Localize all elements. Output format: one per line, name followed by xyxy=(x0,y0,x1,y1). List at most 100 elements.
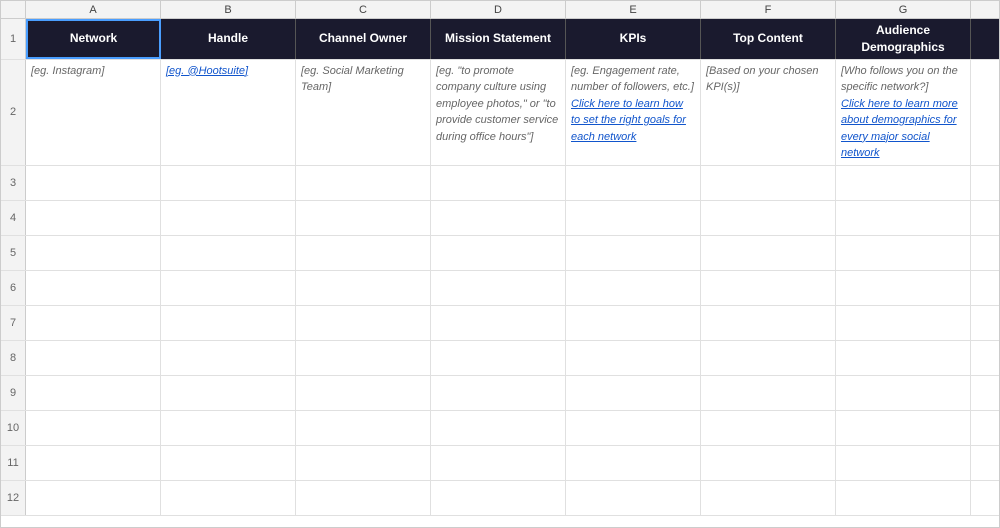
cell-a12[interactable] xyxy=(26,481,161,515)
header-cell-mission[interactable]: Mission Statement xyxy=(431,19,566,59)
cell-a4[interactable] xyxy=(26,201,161,235)
cell-c10[interactable] xyxy=(296,411,431,445)
header-cell-audience[interactable]: Audience Demographics xyxy=(836,19,971,59)
cell-c5[interactable] xyxy=(296,236,431,270)
cell-e6[interactable] xyxy=(566,271,701,305)
cell-g7[interactable] xyxy=(836,306,971,340)
cell-h4[interactable] xyxy=(971,201,1000,235)
cell-d12[interactable] xyxy=(431,481,566,515)
col-header-a[interactable]: A xyxy=(26,1,161,18)
cell-a6[interactable] xyxy=(26,271,161,305)
cell-a2[interactable]: [eg. Instagram] xyxy=(26,60,161,165)
cell-h12[interactable] xyxy=(971,481,1000,515)
cell-b4[interactable] xyxy=(161,201,296,235)
cell-c11[interactable] xyxy=(296,446,431,480)
cell-g3[interactable] xyxy=(836,166,971,200)
cell-e4[interactable] xyxy=(566,201,701,235)
cell-e11[interactable] xyxy=(566,446,701,480)
cell-h2[interactable] xyxy=(971,60,1000,165)
cell-f10[interactable] xyxy=(701,411,836,445)
cell-f3[interactable] xyxy=(701,166,836,200)
cell-h9[interactable] xyxy=(971,376,1000,410)
cell-d3[interactable] xyxy=(431,166,566,200)
col-header-b[interactable]: B xyxy=(161,1,296,18)
cell-b2-link[interactable]: [eg. @Hootsuite] xyxy=(166,63,248,80)
header-cell-top-content[interactable]: Top Content xyxy=(701,19,836,59)
cell-b5[interactable] xyxy=(161,236,296,270)
cell-h7[interactable] xyxy=(971,306,1000,340)
cell-d7[interactable] xyxy=(431,306,566,340)
cell-h8[interactable] xyxy=(971,341,1000,375)
cell-h6[interactable] xyxy=(971,271,1000,305)
col-header-d[interactable]: D xyxy=(431,1,566,18)
cell-d5[interactable] xyxy=(431,236,566,270)
header-cell-kpis[interactable]: KPIs xyxy=(566,19,701,59)
cell-e10[interactable] xyxy=(566,411,701,445)
header-cell-notes[interactable]: Notes xyxy=(971,19,1000,59)
cell-c4[interactable] xyxy=(296,201,431,235)
cell-f8[interactable] xyxy=(701,341,836,375)
cell-d4[interactable] xyxy=(431,201,566,235)
cell-g4[interactable] xyxy=(836,201,971,235)
cell-a5[interactable] xyxy=(26,236,161,270)
cell-f7[interactable] xyxy=(701,306,836,340)
cell-a7[interactable] xyxy=(26,306,161,340)
cell-c9[interactable] xyxy=(296,376,431,410)
col-header-c[interactable]: C xyxy=(296,1,431,18)
cell-c8[interactable] xyxy=(296,341,431,375)
cell-e12[interactable] xyxy=(566,481,701,515)
header-cell-network[interactable]: Network xyxy=(26,19,161,59)
cell-b3[interactable] xyxy=(161,166,296,200)
cell-c12[interactable] xyxy=(296,481,431,515)
cell-f12[interactable] xyxy=(701,481,836,515)
cell-c7[interactable] xyxy=(296,306,431,340)
cell-e5[interactable] xyxy=(566,236,701,270)
cell-f5[interactable] xyxy=(701,236,836,270)
cell-d2[interactable]: [eg. "to promote company culture using e… xyxy=(431,60,566,165)
cell-g10[interactable] xyxy=(836,411,971,445)
cell-e9[interactable] xyxy=(566,376,701,410)
cell-d6[interactable] xyxy=(431,271,566,305)
col-header-g[interactable]: G xyxy=(836,1,971,18)
cell-f9[interactable] xyxy=(701,376,836,410)
cell-c3[interactable] xyxy=(296,166,431,200)
cell-g6[interactable] xyxy=(836,271,971,305)
cell-d10[interactable] xyxy=(431,411,566,445)
cell-d11[interactable] xyxy=(431,446,566,480)
cell-b6[interactable] xyxy=(161,271,296,305)
cell-b10[interactable] xyxy=(161,411,296,445)
header-cell-channel-owner[interactable]: Channel Owner xyxy=(296,19,431,59)
cell-a9[interactable] xyxy=(26,376,161,410)
cell-a8[interactable] xyxy=(26,341,161,375)
cell-f6[interactable] xyxy=(701,271,836,305)
cell-e2-link[interactable]: Click here to learn how to set the right… xyxy=(571,96,695,146)
cell-e3[interactable] xyxy=(566,166,701,200)
cell-c6[interactable] xyxy=(296,271,431,305)
cell-g11[interactable] xyxy=(836,446,971,480)
cell-b7[interactable] xyxy=(161,306,296,340)
col-header-f[interactable]: F xyxy=(701,1,836,18)
cell-f4[interactable] xyxy=(701,201,836,235)
cell-a3[interactable] xyxy=(26,166,161,200)
cell-g2-link[interactable]: Click here to learn more about demograph… xyxy=(841,96,965,162)
cell-g2[interactable]: [Who follows you on the specific network… xyxy=(836,60,971,165)
cell-a10[interactable] xyxy=(26,411,161,445)
cell-c2[interactable]: [eg. Social Marketing Team] xyxy=(296,60,431,165)
cell-d9[interactable] xyxy=(431,376,566,410)
header-cell-handle[interactable]: Handle xyxy=(161,19,296,59)
cell-b2[interactable]: [eg. @Hootsuite] xyxy=(161,60,296,165)
cell-f2[interactable]: [Based on your chosen KPI(s)] xyxy=(701,60,836,165)
cell-b12[interactable] xyxy=(161,481,296,515)
cell-h10[interactable] xyxy=(971,411,1000,445)
cell-h5[interactable] xyxy=(971,236,1000,270)
cell-h11[interactable] xyxy=(971,446,1000,480)
col-header-e[interactable]: E xyxy=(566,1,701,18)
cell-b11[interactable] xyxy=(161,446,296,480)
cell-g9[interactable] xyxy=(836,376,971,410)
cell-b8[interactable] xyxy=(161,341,296,375)
cell-g12[interactable] xyxy=(836,481,971,515)
cell-h3[interactable] xyxy=(971,166,1000,200)
cell-e7[interactable] xyxy=(566,306,701,340)
cell-d8[interactable] xyxy=(431,341,566,375)
cell-e8[interactable] xyxy=(566,341,701,375)
